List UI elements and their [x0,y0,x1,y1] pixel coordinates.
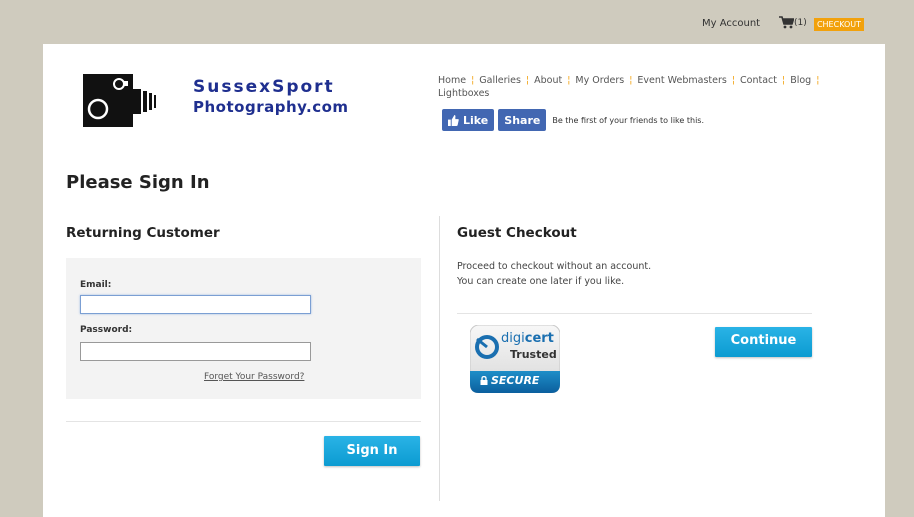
nav-blog[interactable]: Blog [790,75,811,86]
column-divider [439,216,440,501]
camera-logo-icon [83,74,156,127]
logo-line-2: Photography.com [193,98,349,116]
logo-text: SussexSport Photography.com [193,77,349,117]
cart-icon [779,16,794,29]
digicert-brand: digicert [501,331,554,346]
my-account-link[interactable]: My Account [702,18,760,29]
nav-my-orders[interactable]: My Orders [575,75,624,86]
login-form: Email: Password: Forget Your Password? [66,258,421,399]
digicert-trusted: Trusted [510,348,557,361]
digicert-secure: SECURE [480,374,539,387]
sign-in-button[interactable]: Sign In [324,436,420,466]
nav-lightboxes[interactable]: Lightboxes [438,88,489,99]
facebook-share-button[interactable]: Share [498,109,547,131]
guest-checkout-title: Guest Checkout [457,225,577,241]
forgot-password-link[interactable]: Forget Your Password? [204,372,304,382]
email-label: Email: [80,280,112,290]
nav-about[interactable]: About [534,75,562,86]
nav-home[interactable]: Home [438,75,466,86]
password-label: Password: [80,325,133,335]
continue-button[interactable]: Continue [715,327,812,357]
password-field[interactable] [80,342,311,361]
page-title: Please Sign In [66,172,210,193]
top-bar: My Account (1) CHECKOUT [0,0,914,44]
checkout-button[interactable]: CHECKOUT [814,18,864,31]
returning-customer-title: Returning Customer [66,225,220,241]
cart-link[interactable]: (1) [779,16,807,29]
cart-count: (1) [794,17,807,28]
facebook-social: Like Share Be the first of your friends … [442,109,704,131]
share-label: Share [504,113,541,127]
facebook-like-button[interactable]: Like [442,109,495,131]
guest-checkout-text: Proceed to checkout without an account. … [457,259,651,289]
page-content: SussexSport Photography.com Home ¦ Galleri… [43,44,885,517]
guest-line-2: You can create one later if you like. [457,276,625,287]
email-field[interactable] [80,295,311,314]
guest-line-1: Proceed to checkout without an account. [457,261,652,272]
digicert-badge[interactable]: digicert Trusted SECURE [470,325,560,393]
lock-icon [480,376,488,385]
logo-line-1: SussexSport [193,77,335,97]
facebook-like-text: Be the first of your friends to like thi… [552,115,704,125]
nav-galleries[interactable]: Galleries [479,75,521,86]
divider [66,421,421,422]
nav-event-webmasters[interactable]: Event Webmasters [637,75,726,86]
divider [457,313,812,314]
site-logo[interactable]: SussexSport Photography.com [83,69,348,131]
main-nav: Home ¦ Galleries ¦ About ¦ My Orders ¦ Event Web… [438,75,820,99]
like-label: Like [463,113,489,127]
nav-contact[interactable]: Contact [740,75,777,86]
thumbs-up-icon [448,114,459,126]
